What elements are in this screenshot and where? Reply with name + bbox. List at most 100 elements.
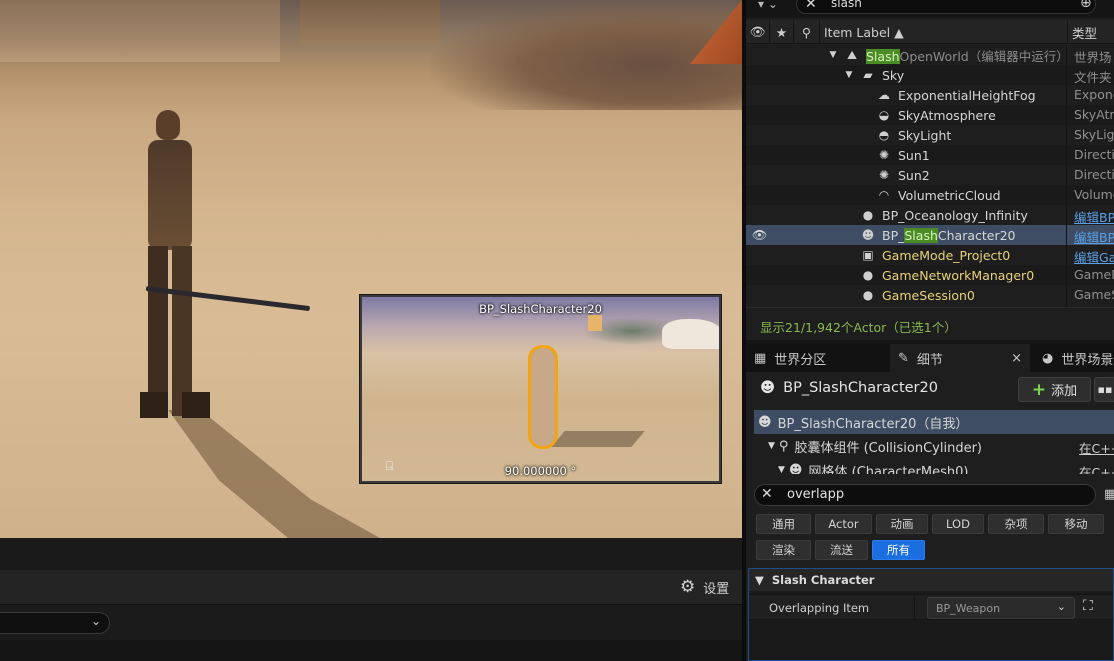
actor-type-icon: ◒: [878, 108, 890, 122]
actor-type-icon: ▰: [863, 68, 873, 82]
outliner-row[interactable]: ◒ SkyAtmosphere SkyAtm: [746, 105, 1114, 125]
label-text: Sun1: [898, 147, 930, 163]
pin-column-icon[interactable]: ⚲: [794, 20, 820, 44]
edit-blueprint-link[interactable]: 编辑BP: [1074, 207, 1114, 226]
visibility-column-eye-icon[interactable]: 👁: [746, 20, 770, 44]
filter-button[interactable]: 所有: [872, 540, 925, 560]
type-column-header[interactable]: 类型: [1068, 20, 1114, 44]
actor-type-text: 文件夹: [1074, 70, 1112, 85]
outliner-row[interactable]: ◠ VolumetricCloud Volume: [746, 185, 1114, 205]
label-text: BP_Oceanology_Infinity: [882, 207, 1028, 223]
actor-type-text: GameS: [1074, 287, 1114, 302]
actor-type-text: Directio: [1074, 147, 1114, 162]
blueprint-button[interactable]: ▪▪: [1094, 377, 1114, 402]
filter-button[interactable]: 渲染: [756, 540, 811, 560]
expand-arrow-icon[interactable]: ▼: [828, 50, 838, 60]
label-text: Character20: [937, 227, 1016, 243]
tab-details[interactable]: ✎ 细节 ×: [890, 344, 1030, 372]
world-partition-icon: ▦: [754, 350, 767, 366]
tab-world-settings[interactable]: ◕ 世界场景: [1034, 344, 1114, 372]
add-component-button[interactable]: + 添加: [1018, 377, 1091, 402]
expand-arrow-icon[interactable]: ▼: [778, 465, 785, 474]
outliner-row[interactable]: ▣ GameMode_Project0 编辑Ga: [746, 245, 1114, 266]
outliner-search-input[interactable]: ✕ slash: [796, 0, 1096, 14]
outliner-item-label: Sun2: [898, 168, 930, 183]
expand-arrow-icon[interactable]: ▼: [844, 70, 854, 80]
pawn-icon: ☻: [760, 380, 776, 396]
chevron-down-icon: ⌄: [1056, 600, 1066, 613]
character[interactable]: [140, 108, 210, 418]
outliner-row[interactable]: ● GameSession0 GameS: [746, 285, 1114, 305]
column-separator: [1066, 45, 1067, 307]
filter-button[interactable]: LOD: [932, 514, 984, 534]
tab-world-partition[interactable]: ▦ 世界分区: [746, 344, 886, 372]
outliner-row[interactable]: ✺ Sun2 Directio: [746, 165, 1114, 185]
plus-icon: +: [1031, 379, 1047, 400]
outliner-row[interactable]: ☁ ExponentialHeightFog Expone: [746, 85, 1114, 105]
settings-button[interactable]: ⚙ 设置: [680, 577, 729, 597]
add-label: 添加: [1051, 384, 1078, 399]
actor-name: BP_SlashCharacter20: [783, 380, 938, 396]
visibility-eye-icon[interactable]: 👁: [752, 228, 767, 242]
outliner-row[interactable]: ✺ Sun1 Directio: [746, 145, 1114, 165]
outliner-row[interactable]: ▼ ▰ Sky 文件夹: [746, 65, 1114, 85]
collapse-arrow-icon: ▼: [755, 573, 764, 587]
section-title: Slash Character: [771, 573, 875, 587]
outliner-item-label: VolumetricCloud: [898, 188, 1001, 203]
close-tab-icon[interactable]: ×: [1011, 351, 1030, 366]
outliner-toolbar: ▾ ⌄ ✕ slash ⊕: [746, 0, 1114, 18]
filter-button[interactable]: 通用: [756, 514, 811, 534]
viewport-bottom-bar: [0, 538, 742, 570]
outliner-row[interactable]: ● GameNetworkManager0 GameN: [746, 265, 1114, 285]
chevron-down-icon: ⌄: [90, 614, 101, 628]
edit-blueprint-link[interactable]: 编辑BP: [1074, 227, 1114, 246]
component-tree: ☻ BP_SlashCharacter20（自我） ▼ ⚲ 胶囊体组件 (Collisi…: [754, 410, 1114, 474]
tab-label: 世界场景: [1061, 352, 1114, 368]
details-search-input[interactable]: ✕ overlapp: [754, 484, 1096, 506]
outliner-row[interactable]: ▼ ⛰ SlashOpenWorld（编辑器中运行） 世界场: [746, 45, 1114, 66]
overlapping-item-dropdown[interactable]: BP_Weapon ⌄: [927, 597, 1075, 619]
outliner-item-label: Sky: [882, 68, 904, 83]
filter-button[interactable]: 移动: [1048, 514, 1104, 534]
filter-icon[interactable]: ▾ ⌄: [758, 0, 778, 11]
item-label-column-header[interactable]: Item Label ▲: [820, 20, 1068, 44]
browse-to-asset-icon[interactable]: ⛶: [1083, 598, 1093, 614]
outliner-row[interactable]: ◓ SkyLight SkyLigh: [746, 125, 1114, 145]
level-viewport[interactable]: BP_SlashCharacter20 ⍈ 90.000000 °: [0, 0, 742, 538]
clear-search-icon[interactable]: ✕: [805, 0, 817, 12]
favorite-column-star-icon[interactable]: ★: [770, 20, 794, 44]
add-icon[interactable]: ⊕: [1080, 0, 1092, 11]
outliner-row[interactable]: 👁 ☻ BP_SlashCharacter20 编辑BP: [746, 225, 1114, 245]
section-header[interactable]: ▼ Slash Character: [749, 569, 1113, 591]
outliner-status: 显示21/1,942个Actor（已选1个）: [746, 307, 1114, 340]
actor-type-icon: ⛰: [846, 47, 858, 62]
tab-label: 世界分区: [774, 352, 827, 368]
cpp-source-link[interactable]: 在C++: [1079, 462, 1114, 474]
component-row[interactable]: ▼⚲ 胶囊体组件 (CollisionCylinder) 在C++: [754, 434, 1114, 458]
clear-search-icon[interactable]: ✕: [761, 486, 773, 502]
actor-type-icon: ✺: [878, 148, 890, 162]
actor-type-text: Expone: [1074, 87, 1114, 102]
details-pencil-icon: ✎: [898, 350, 909, 366]
grid-view-icon[interactable]: ▦: [1104, 487, 1114, 502]
camera-preview: BP_SlashCharacter20 ⍈ 90.000000 °: [360, 295, 721, 483]
actor-type-text: Volume: [1074, 187, 1114, 202]
label-text: GameNetworkManager0: [882, 267, 1035, 283]
settings-label: 设置: [703, 581, 730, 597]
actor-type-text: Directio: [1074, 167, 1114, 182]
expand-arrow-icon[interactable]: ▼: [768, 441, 775, 451]
edit-blueprint-link[interactable]: 编辑Ga: [1074, 247, 1114, 266]
outliner-item-label: BP_Oceanology_Infinity: [882, 208, 1028, 223]
component-row[interactable]: ☻ BP_SlashCharacter20（自我）: [754, 410, 1114, 434]
filter-button[interactable]: 杂项: [988, 514, 1044, 534]
label-text: OpenWorld（编辑器中运行）: [899, 48, 1069, 64]
label-text: GameSession0: [882, 287, 975, 303]
filter-button[interactable]: 动画: [876, 514, 928, 534]
filter-button[interactable]: Actor: [815, 514, 872, 534]
outliner-row[interactable]: ● BP_Oceanology_Infinity 编辑BP: [746, 205, 1114, 226]
bottom-dropdown[interactable]: ⌄: [0, 612, 110, 634]
component-row[interactable]: ▼☻ 网格体 (CharacterMesh0) 在C++: [754, 458, 1114, 475]
cpp-source-link[interactable]: 在C++: [1079, 438, 1114, 457]
character-boots: [140, 392, 210, 418]
filter-button[interactable]: 流送: [815, 540, 868, 560]
